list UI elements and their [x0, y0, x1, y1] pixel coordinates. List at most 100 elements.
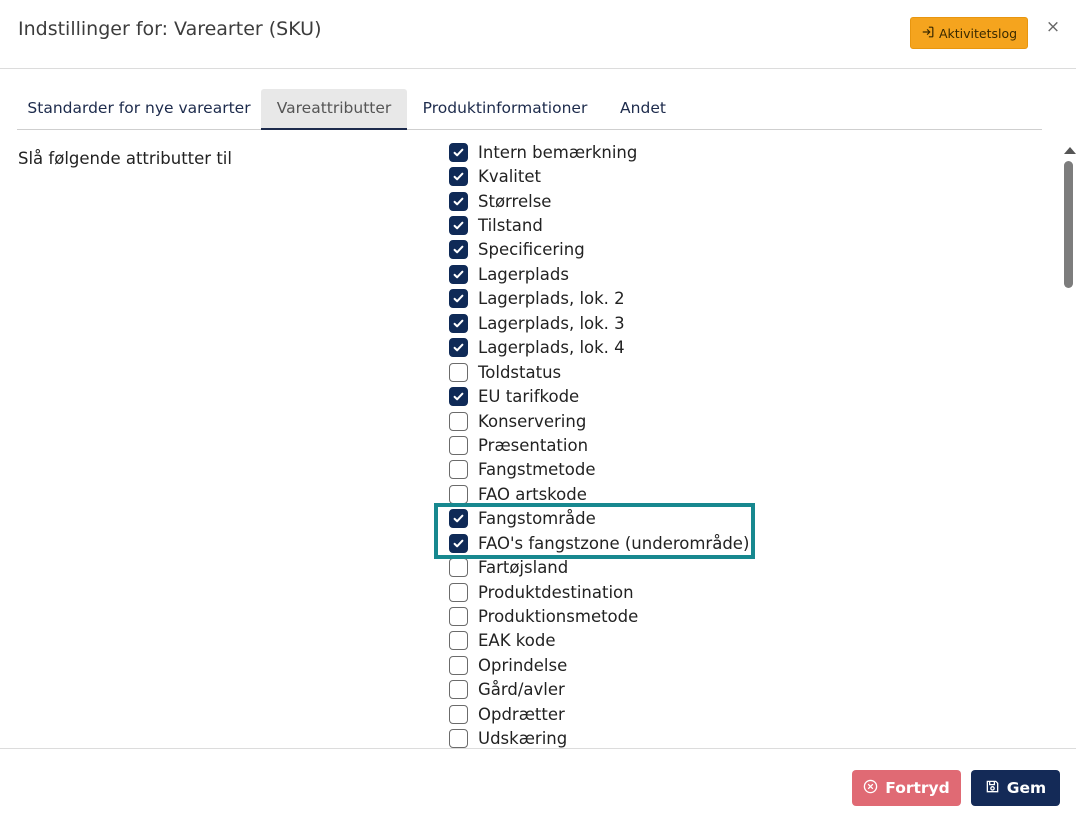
settings-modal: Indstillinger for: Varearter (SKU) Aktiv…	[0, 0, 1076, 821]
checkmark-icon	[453, 172, 464, 181]
attribute-list: Intern bemærkning Kvalitet Størrelse Tilsta…	[449, 140, 749, 748]
scroll-up-icon[interactable]	[1064, 147, 1076, 154]
attribute-row[interactable]: Fangstområde	[449, 507, 749, 531]
attribute-row[interactable]: Specificering	[449, 238, 749, 262]
checkmark-icon	[453, 221, 464, 230]
attribute-row[interactable]: Præsentation	[449, 433, 749, 457]
attribute-label: Oprindelse	[478, 655, 568, 675]
attribute-label: Konservering	[478, 411, 587, 431]
attribute-row[interactable]: EAK kode	[449, 629, 749, 653]
checkbox-unchecked[interactable]	[449, 729, 468, 748]
attribute-row[interactable]: FAO's fangstzone (underområde)	[449, 531, 749, 555]
checkbox-checked[interactable]	[449, 533, 468, 553]
checkbox-unchecked[interactable]	[449, 582, 468, 602]
tab-product-info[interactable]: Produktinformationer	[417, 89, 593, 130]
attribute-label: EU tarifkode	[478, 387, 580, 407]
checkmark-icon	[453, 319, 464, 328]
tab-other[interactable]: Andet	[605, 89, 681, 130]
checkbox-unchecked[interactable]	[449, 607, 468, 627]
tab-standards[interactable]: Standarder for nye varearter	[17, 89, 261, 130]
checkbox-unchecked[interactable]	[449, 704, 468, 724]
attribute-row[interactable]: Fartøjsland	[449, 555, 749, 579]
cancel-button[interactable]: Fortryd	[852, 770, 961, 806]
checkbox-checked[interactable]	[449, 289, 468, 309]
attribute-row[interactable]: Lagerplads, lok. 2	[449, 287, 749, 311]
attribute-label: FAO's fangstzone (underområde)	[478, 533, 750, 553]
attribute-label: Fangstmetode	[478, 460, 596, 480]
attribute-row[interactable]: Opdrætter	[449, 702, 749, 726]
save-label: Gem	[1006, 779, 1047, 797]
checkbox-checked[interactable]	[449, 509, 468, 529]
checkbox-checked[interactable]	[449, 216, 468, 236]
checkbox-checked[interactable]	[449, 191, 468, 211]
checkbox-unchecked[interactable]	[449, 680, 468, 700]
attribute-label: Lagerplads, lok. 2	[478, 289, 625, 309]
attribute-row[interactable]: Størrelse	[449, 189, 749, 213]
activity-log-button[interactable]: Aktivitetslog	[910, 17, 1028, 49]
checkbox-unchecked[interactable]	[449, 655, 468, 675]
attribute-row[interactable]: Udskæring	[449, 727, 749, 748]
attribute-row[interactable]: FAO artskode	[449, 482, 749, 506]
attribute-label: Fartøjsland	[478, 558, 569, 578]
attribute-row[interactable]: Kvalitet	[449, 164, 749, 188]
attribute-label: Fangstområde	[478, 509, 596, 529]
checkbox-checked[interactable]	[449, 338, 468, 358]
scrollbar[interactable]	[1060, 140, 1076, 748]
attribute-row[interactable]: Gård/avler	[449, 678, 749, 702]
attribute-label: Toldstatus	[478, 362, 562, 382]
attribute-label: Præsentation	[478, 435, 589, 455]
section-label: Slå følgende attributter til	[18, 149, 232, 168]
modal-footer: Fortryd Gem	[0, 748, 1076, 821]
activity-log-label: Aktivitetslog	[938, 25, 1018, 41]
checkmark-icon	[453, 197, 464, 205]
attribute-row[interactable]: Lagerplads	[449, 262, 749, 286]
tab-attributes[interactable]: Vareattributter	[261, 89, 407, 130]
checkbox-checked[interactable]	[449, 167, 468, 187]
attribute-label: Tilstand	[478, 216, 543, 236]
floppy-disk-icon	[985, 779, 1000, 798]
attribute-row[interactable]: Fangstmetode	[449, 458, 749, 482]
checkbox-unchecked[interactable]	[449, 558, 468, 578]
attribute-row[interactable]: Produktionsmetode	[449, 604, 749, 628]
attribute-row[interactable]: Lagerplads, lok. 4	[449, 336, 749, 360]
attribute-row[interactable]: Tilstand	[449, 213, 749, 237]
checkbox-checked[interactable]	[449, 240, 468, 260]
attribute-row[interactable]: Oprindelse	[449, 653, 749, 677]
checkbox-unchecked[interactable]	[449, 411, 468, 431]
checkbox-checked[interactable]	[449, 142, 468, 162]
attribute-label: Udskæring	[478, 729, 568, 748]
modal-title: Indstillinger for: Varearter (SKU)	[18, 18, 322, 40]
checkbox-unchecked[interactable]	[449, 362, 468, 382]
attribute-label: Lagerplads	[478, 264, 569, 284]
attribute-label: Specificering	[478, 240, 585, 260]
checkbox-unchecked[interactable]	[449, 460, 468, 480]
attribute-row[interactable]: Lagerplads, lok. 3	[449, 311, 749, 335]
checkmark-icon	[453, 246, 464, 254]
attribute-row[interactable]: EU tarifkode	[449, 384, 749, 408]
checkbox-checked[interactable]	[449, 313, 468, 333]
attribute-label: Lagerplads, lok. 4	[478, 338, 625, 358]
modal-header: Indstillinger for: Varearter (SKU) Aktiv…	[0, 0, 1076, 69]
checkmark-icon	[453, 392, 464, 401]
attribute-label: Kvalitet	[478, 167, 541, 187]
checkbox-unchecked[interactable]	[449, 484, 468, 504]
attribute-row[interactable]: Toldstatus	[449, 360, 749, 384]
tab-bar: Standarder for nye varearter Vareattribu…	[17, 89, 1042, 130]
attribute-row[interactable]: Konservering	[449, 409, 749, 433]
checkmark-icon	[453, 514, 464, 523]
cancel-label: Fortryd	[885, 779, 950, 797]
checkbox-checked[interactable]	[449, 264, 468, 284]
close-icon[interactable]: ×	[1045, 17, 1061, 37]
attribute-row[interactable]: Produktdestination	[449, 580, 749, 604]
checkmark-icon	[453, 343, 464, 352]
attribute-label: Produktdestination	[478, 582, 634, 602]
checkbox-checked[interactable]	[449, 387, 468, 407]
sign-in-icon	[921, 25, 935, 42]
checkmark-icon	[453, 148, 464, 157]
checkbox-unchecked[interactable]	[449, 435, 468, 455]
save-button[interactable]: Gem	[971, 770, 1060, 806]
checkbox-unchecked[interactable]	[449, 631, 468, 651]
attribute-row[interactable]: Intern bemærkning	[449, 140, 749, 164]
scroll-thumb[interactable]	[1064, 161, 1073, 288]
attribute-label: Gård/avler	[478, 680, 565, 700]
